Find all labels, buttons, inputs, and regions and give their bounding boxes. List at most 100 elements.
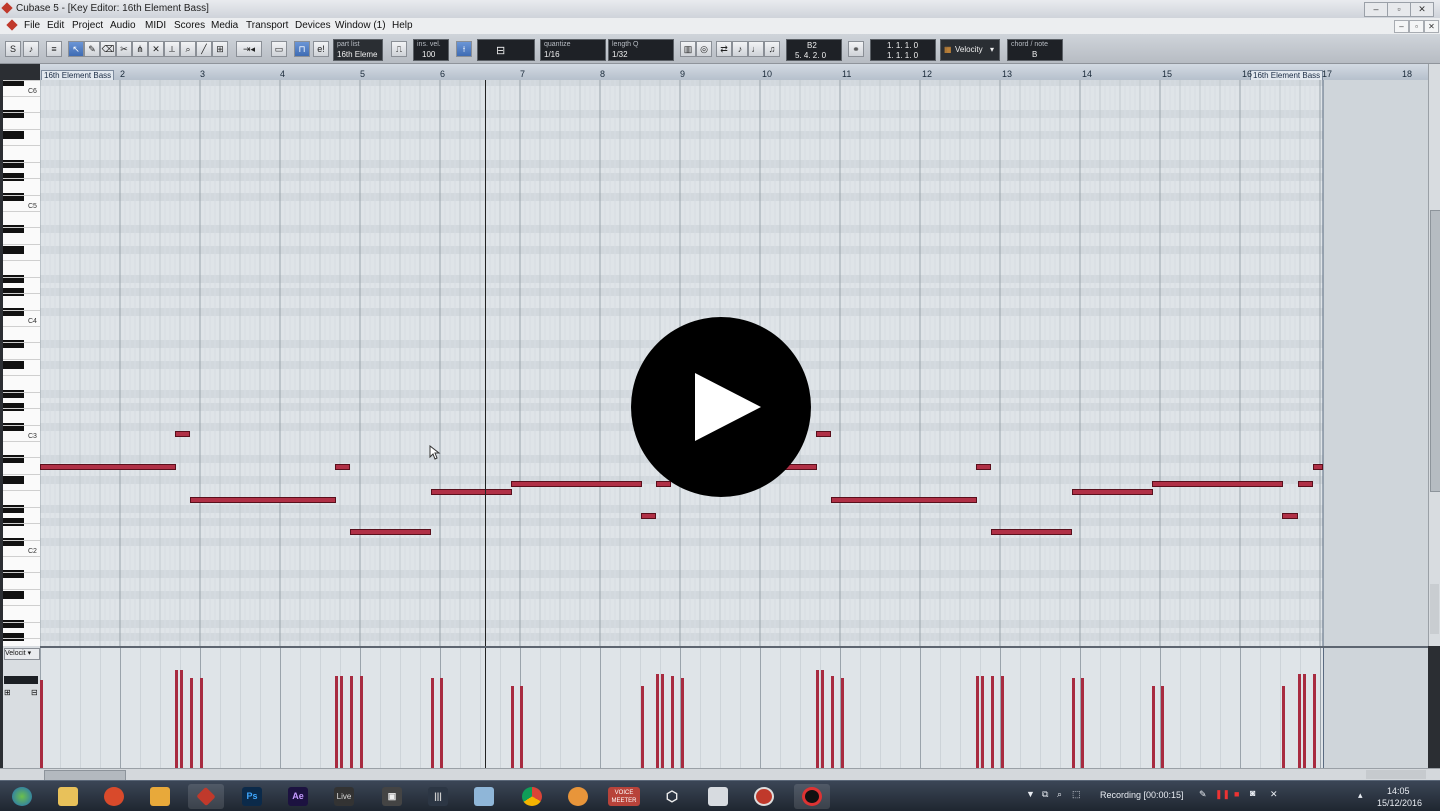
piano-keyboard[interactable]: C6 C5 C4 C3 C2 — [3, 80, 41, 646]
part-list-field[interactable]: part list 16th Eleme — [333, 39, 383, 61]
midi-note[interactable] — [1313, 464, 1323, 470]
independent-track-loop-icon[interactable]: ⎍ — [391, 41, 407, 57]
glue-tool-icon[interactable]: ⟂ — [164, 41, 180, 57]
midi-note[interactable] — [991, 529, 1072, 535]
menu-audio[interactable]: Audio — [110, 20, 136, 31]
midi-note[interactable] — [190, 497, 336, 503]
midi-note[interactable] — [656, 481, 671, 487]
taskbar-app-browser[interactable] — [96, 784, 132, 809]
vertical-scrollbar[interactable] — [1428, 64, 1440, 646]
taskbar-app-audio-editor[interactable]: ||| — [420, 784, 456, 809]
solo-button[interactable]: S — [5, 41, 21, 57]
taskbar-app-recorder[interactable] — [746, 784, 782, 809]
velocity-bar[interactable] — [360, 676, 363, 768]
taskbar-app-media[interactable] — [560, 784, 596, 809]
midi-note[interactable] — [1072, 489, 1153, 495]
velocity-bar[interactable] — [681, 678, 684, 768]
tray-window-icon[interactable]: ⧉ — [1042, 789, 1048, 800]
mdi-close-button[interactable]: ✕ — [1424, 20, 1439, 33]
time-warp-tool-icon[interactable]: ⊞ — [212, 41, 228, 57]
velocity-bar[interactable] — [511, 686, 514, 768]
taskbar-app-ableton-live[interactable]: Live — [326, 784, 362, 809]
link-icon[interactable]: ⚭ — [848, 41, 864, 57]
midi-note[interactable] — [40, 464, 176, 470]
menu-file[interactable]: File — [24, 20, 40, 31]
taskbar-app-package[interactable]: ⬡ — [654, 784, 690, 809]
object-selection-tool-icon[interactable]: ↖ — [68, 41, 84, 57]
velocity-bar[interactable] — [40, 680, 43, 768]
menu-edit[interactable]: Edit — [47, 20, 64, 31]
menu-project[interactable]: Project — [72, 20, 103, 31]
velocity-bar[interactable] — [821, 670, 824, 768]
tray-pause-icon[interactable]: ❚❚ — [1215, 789, 1230, 800]
velocity-bar[interactable] — [831, 676, 834, 768]
velocity-bar[interactable] — [1152, 686, 1155, 768]
record-note-off-velocity-icon[interactable]: ♫ — [764, 41, 780, 57]
midi-note[interactable] — [511, 481, 642, 487]
mdi-restore-button[interactable]: ▫ — [1409, 20, 1424, 33]
draw-tool-icon[interactable]: ✎ — [84, 41, 100, 57]
black-key[interactable] — [3, 403, 24, 411]
taskbar-app-cubase[interactable] — [188, 784, 224, 809]
velocity-bar[interactable] — [190, 678, 193, 768]
taskbar-app-notes[interactable] — [466, 784, 502, 809]
tray-close-icon[interactable]: ✕ — [1270, 789, 1278, 800]
velocity-bar[interactable] — [440, 678, 443, 768]
velocity-bar[interactable] — [661, 674, 664, 768]
line-tool-icon[interactable]: ╱ — [196, 41, 212, 57]
show-part-borders-icon[interactable]: ▭ — [271, 41, 287, 57]
midi-note[interactable] — [831, 497, 977, 503]
midi-note[interactable] — [350, 529, 431, 535]
velocity-bar[interactable] — [175, 670, 178, 768]
velocity-bar[interactable] — [981, 676, 984, 768]
close-button[interactable]: ✕ — [1410, 2, 1434, 17]
controller-lane-select[interactable]: Velocit ▾ — [4, 648, 40, 660]
zoom-slider[interactable] — [1430, 584, 1439, 634]
edit-in-place-icon[interactable]: e! — [313, 41, 329, 57]
mute-tool-icon[interactable]: ✕ — [148, 41, 164, 57]
menu-devices[interactable]: Devices — [295, 20, 331, 31]
taskbar-app-record[interactable] — [794, 784, 830, 809]
black-key[interactable] — [3, 246, 24, 254]
velocity-bar[interactable] — [1161, 686, 1164, 768]
tray-stop-icon[interactable]: ■ — [1234, 789, 1239, 799]
velocity-bar[interactable] — [200, 678, 203, 768]
snap-toggle-icon[interactable]: ⟊ — [456, 41, 472, 57]
menu-media[interactable]: Media — [211, 20, 238, 31]
velocity-bar[interactable] — [350, 676, 353, 768]
vertical-scroll-thumb[interactable] — [1430, 210, 1440, 492]
velocity-bar[interactable] — [335, 676, 338, 768]
velocity-bar[interactable] — [816, 670, 819, 768]
black-key[interactable] — [3, 361, 24, 369]
menu-window[interactable]: Window (1) — [335, 20, 386, 31]
minimize-button[interactable]: – — [1364, 2, 1388, 17]
velocity-bar[interactable] — [1313, 674, 1316, 768]
project-cursor[interactable] — [485, 80, 486, 646]
taskbar-app-voicemeeter[interactable]: VOICE MEETER — [606, 784, 642, 809]
erase-tool-icon[interactable]: ⌫ — [100, 41, 116, 57]
add-lane-icon[interactable]: ⊞ — [4, 688, 11, 697]
velocity-bar[interactable] — [976, 676, 979, 768]
velocity-bar[interactable] — [340, 676, 343, 768]
tray-camera-icon[interactable]: ◙ — [1250, 788, 1255, 798]
black-key[interactable] — [3, 173, 24, 181]
taskbar-app-after-effects[interactable]: Ae — [280, 784, 316, 809]
video-play-button[interactable] — [631, 317, 811, 497]
midi-note[interactable] — [1298, 481, 1313, 487]
tray-up-arrow-icon[interactable]: ▴ — [1358, 790, 1363, 801]
black-key[interactable] — [3, 476, 24, 484]
taskbar-app-files[interactable] — [700, 784, 736, 809]
start-button[interactable] — [4, 784, 40, 809]
velocity-bar[interactable] — [1001, 676, 1004, 768]
record-note-on-velocity-icon[interactable]: ♩ — [748, 41, 764, 57]
tray-pencil-icon[interactable]: ✎ — [1199, 789, 1207, 800]
midi-note[interactable] — [1282, 513, 1298, 519]
velocity-bar[interactable] — [431, 678, 434, 768]
record-pitch-icon[interactable]: ♪ — [732, 41, 748, 57]
taskbar-app-explorer[interactable] — [50, 784, 86, 809]
velocity-bar[interactable] — [671, 676, 674, 768]
split-tool-icon[interactable]: ⋔ — [132, 41, 148, 57]
ruler[interactable]: 16th Element Bass 16th Element Bass 2 3 … — [40, 64, 1428, 81]
midi-input-icon[interactable]: ◎ — [696, 41, 712, 57]
black-key[interactable] — [3, 591, 24, 599]
